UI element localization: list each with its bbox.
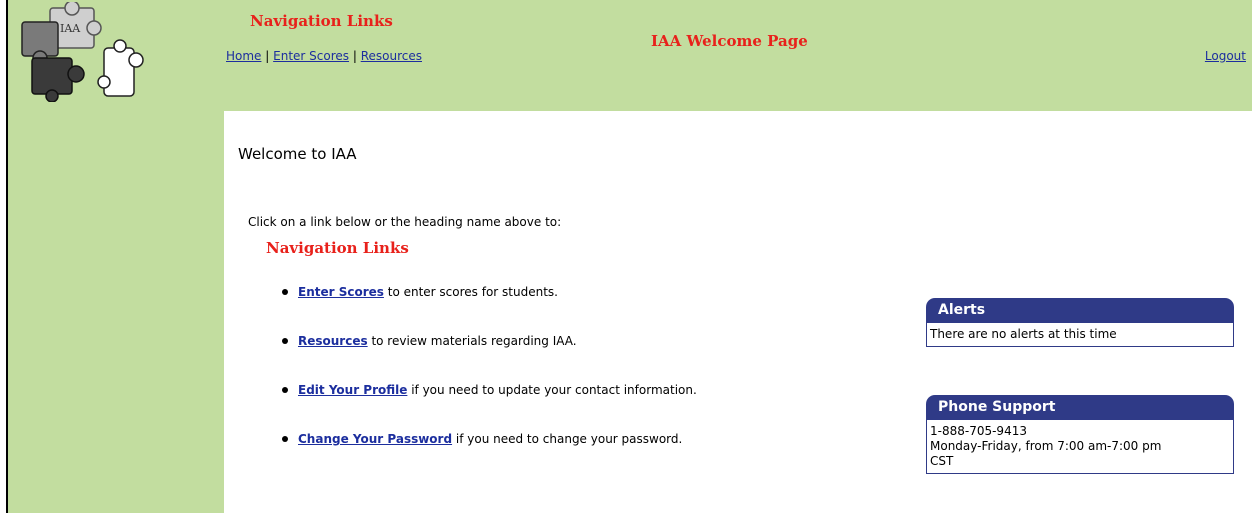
support-timezone: CST <box>930 454 954 468</box>
main-content: Welcome to IAA Click on a link below or … <box>224 111 1252 513</box>
enter-scores-link[interactable]: Enter Scores <box>298 285 384 299</box>
puzzle-piece-white <box>97 39 144 97</box>
list-item: Enter Scores to enter scores for student… <box>282 285 697 334</box>
link-description: to review materials regarding IAA. <box>367 334 577 348</box>
intro-text: Click on a link below or the heading nam… <box>248 215 562 229</box>
phone-support-body: 1-888-705-9413 Monday-Friday, from 7:00 … <box>926 420 1234 474</box>
nav-link-resources[interactable]: Resources <box>361 49 422 63</box>
alerts-title: Alerts <box>926 298 1234 323</box>
nav-link-enter-scores[interactable]: Enter Scores <box>273 49 349 63</box>
header-nav-links: Home | Enter Scores | Resources <box>226 49 422 63</box>
phone-support-title: Phone Support <box>926 395 1234 420</box>
link-description: if you need to change your password. <box>452 432 683 446</box>
list-item: Change Your Password if you need to chan… <box>282 432 697 481</box>
change-password-link[interactable]: Change Your Password <box>298 432 452 446</box>
resources-link[interactable]: Resources <box>298 334 368 348</box>
welcome-heading: Welcome to IAA <box>238 145 357 163</box>
bullet-icon <box>282 387 288 393</box>
nav-separator: | <box>352 49 361 63</box>
header-nav-heading: Navigation Links <box>250 12 393 30</box>
bullet-icon <box>282 338 288 344</box>
list-item: Edit Your Profile if you need to update … <box>282 383 697 432</box>
content-nav-heading: Navigation Links <box>266 239 409 257</box>
puzzle-logo: IAA <box>21 2 144 102</box>
puzzle-piece-dark <box>31 57 85 102</box>
bullet-icon <box>282 289 288 295</box>
support-hours: Monday-Friday, from 7:00 am-7:00 pm <box>930 439 1162 453</box>
navigation-links-list: Enter Scores to enter scores for student… <box>282 285 697 481</box>
nav-link-home[interactable]: Home <box>226 49 261 63</box>
page-title: IAA Welcome Page <box>651 32 808 50</box>
phone-number: 1-888-705-9413 <box>930 424 1027 438</box>
alerts-panel: Alerts There are no alerts at this time <box>926 298 1234 347</box>
nav-separator: | <box>265 49 274 63</box>
page-frame: IAA Navigation Links Home | Enter Scores… <box>6 0 1252 513</box>
link-description: to enter scores for students. <box>383 285 558 299</box>
alerts-body: There are no alerts at this time <box>926 323 1234 347</box>
phone-support-panel: Phone Support 1-888-705-9413 Monday-Frid… <box>926 395 1234 474</box>
logo-text: IAA <box>60 22 81 35</box>
list-item: Resources to review materials regarding … <box>282 334 697 383</box>
edit-profile-link[interactable]: Edit Your Profile <box>298 383 407 397</box>
logout-link[interactable]: Logout <box>1205 49 1246 63</box>
bullet-icon <box>282 436 288 442</box>
link-description: if you need to update your contact infor… <box>407 383 697 397</box>
